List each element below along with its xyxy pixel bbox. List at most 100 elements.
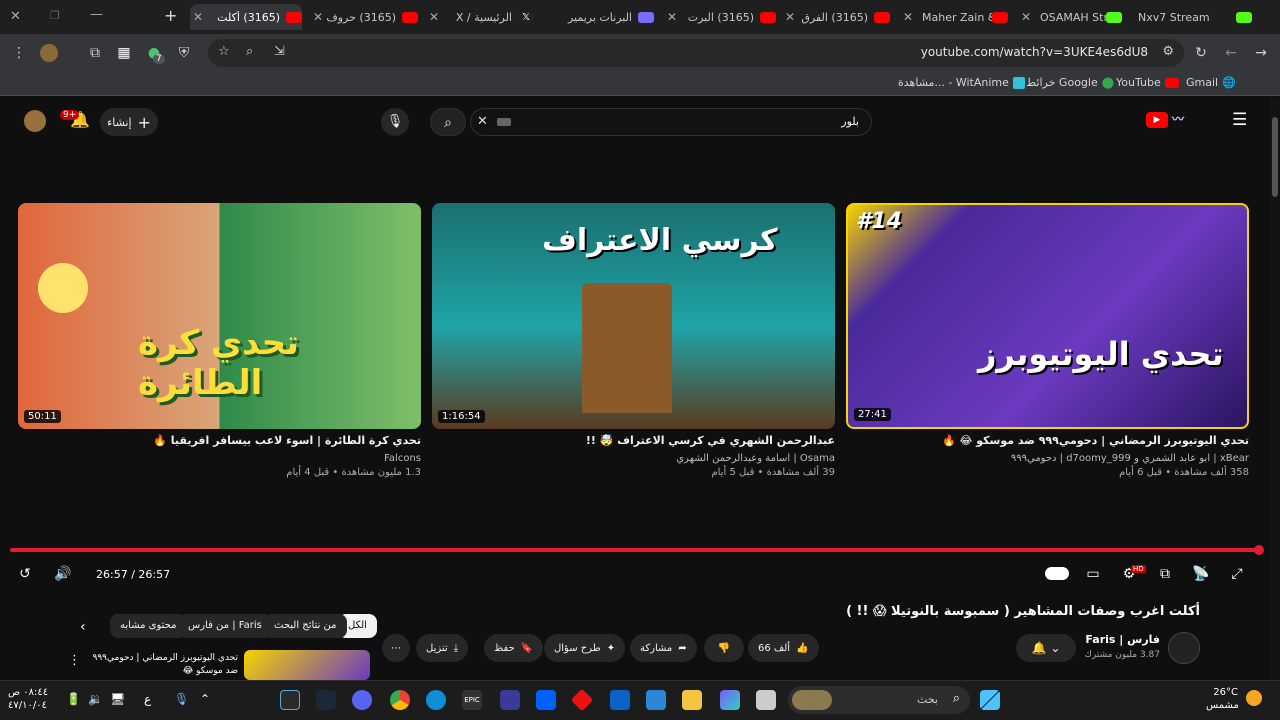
video-title[interactable]: تحدي كرة الطائرة | اسوء لاعب بيسافر افري… <box>18 434 421 447</box>
tab[interactable]: ✕ (3165) حروف <box>310 4 418 30</box>
progress-bar[interactable] <box>10 548 1260 552</box>
youtube-logo[interactable]: ▶ <box>1146 112 1168 128</box>
video-thumbnail[interactable]: #14 تحدي اليوتيوبرز 27:41 <box>846 203 1249 429</box>
tab[interactable]: ✕ (3165) البرت <box>664 4 776 30</box>
chip-from-channel[interactable]: من فارس | Faris <box>178 614 272 638</box>
extension-icon[interactable]: ▦ <box>115 44 133 62</box>
video-thumbnail[interactable]: كرسي الاعتراف 1:16:54 <box>432 203 835 429</box>
account-avatar[interactable] <box>24 110 46 132</box>
tab[interactable]: ✕ الرئيسية / X 𝕏 <box>426 4 534 30</box>
up-next-thumbnail[interactable] <box>244 650 370 680</box>
network-icon[interactable]: 🖥 <box>110 692 125 706</box>
scrollbar-thumb[interactable] <box>1272 117 1278 197</box>
chip-related[interactable]: محتوى مشابه <box>110 614 187 638</box>
app-icon[interactable] <box>280 690 300 710</box>
video-channel[interactable]: Osama | اسامة وعبدالرحمن الشهري <box>432 453 835 464</box>
progress-scrubber[interactable] <box>1254 545 1264 555</box>
bookmark-witanime[interactable]: مشاهدة... - WitAnime <box>898 76 1025 89</box>
chip-from-search[interactable]: من نتائج البحث <box>264 614 347 638</box>
save-button[interactable]: حفظ 🔖 <box>484 634 544 662</box>
hamburger-menu-icon[interactable]: ☰ <box>1232 110 1247 130</box>
youtube-doodle-logo[interactable]: 〰 <box>1172 110 1216 130</box>
search-input[interactable]: ✕ بلور <box>470 108 872 136</box>
mic-icon[interactable]: 🎙 <box>174 692 189 706</box>
epic-games-icon[interactable]: EPIC <box>462 690 482 710</box>
autoplay-toggle[interactable] <box>1045 567 1069 580</box>
address-bar[interactable]: ☆ ⌕ ⇲ youtube.com/watch?v=3UKE4es6dU8 ⚙ <box>208 39 1184 67</box>
discord-icon[interactable] <box>352 690 372 710</box>
video-channel[interactable]: Falcons <box>18 453 421 464</box>
clock[interactable]: ٠٨:٤٤ ص ٤٧/١٠/٠٤ <box>8 686 48 712</box>
cast-icon[interactable]: 📡 <box>1191 565 1211 583</box>
new-tab-icon[interactable]: + <box>164 6 177 25</box>
profile-avatar[interactable] <box>40 44 58 62</box>
minimize-window-icon[interactable]: — <box>90 7 103 22</box>
taskbar-search[interactable]: بحث ⌕ <box>788 686 970 714</box>
like-button[interactable]: 66 ألف 👍 <box>748 634 819 662</box>
tab[interactable]: OSAMAH Stre ✕ <box>1018 4 1122 30</box>
video-channel[interactable]: xBear | ابو عابد الشمري و d7oomy_999 | د… <box>846 453 1249 464</box>
close-tab-icon[interactable]: ✕ <box>782 10 798 24</box>
app-icon[interactable] <box>500 690 520 710</box>
miniplayer-icon[interactable]: ⧉ <box>1155 565 1175 583</box>
windows-start-icon[interactable] <box>980 690 1000 710</box>
chrome-icon[interactable] <box>390 690 410 710</box>
subscribed-bell-button[interactable]: 🔔 ⌄ <box>1016 634 1076 662</box>
edge-icon[interactable] <box>426 690 446 710</box>
subtitles-icon[interactable]: ▭ <box>1083 565 1103 583</box>
keyboard-icon[interactable] <box>497 118 511 126</box>
extensions-icon[interactable]: ⧉ <box>86 44 104 62</box>
app-icon[interactable] <box>756 690 776 710</box>
close-tab-icon[interactable]: ✕ <box>426 10 442 24</box>
battery-icon[interactable]: 🔋 <box>66 692 81 706</box>
more-actions-button[interactable]: ⋯ <box>382 634 410 662</box>
dislike-button[interactable]: 👎 <box>704 634 744 662</box>
clear-search-icon[interactable]: ✕ <box>477 114 488 129</box>
tab[interactable]: Maher Zain & ✕ <box>900 4 1008 30</box>
share-button[interactable]: مشاركة ➦ <box>630 634 697 662</box>
steam-icon[interactable] <box>316 690 336 710</box>
copilot-icon[interactable] <box>720 690 740 710</box>
close-tab-icon[interactable]: ✕ <box>310 10 326 24</box>
site-settings-icon[interactable]: ⚙ <box>1162 44 1174 59</box>
more-options-icon[interactable]: ⋮ <box>68 653 81 668</box>
channel-avatar[interactable] <box>1168 632 1200 664</box>
chevron-left-icon[interactable]: ‹ <box>80 619 86 635</box>
video-title[interactable]: عبدالرحمن الشهري في كرسي الاعتراف 🤯 !! <box>432 434 835 447</box>
store-icon[interactable] <box>646 690 666 710</box>
replay-icon[interactable]: ↺ <box>15 565 35 583</box>
file-explorer-icon[interactable] <box>682 690 702 710</box>
star-icon[interactable]: ☆ <box>218 44 230 59</box>
download-button[interactable]: تنزيل ⤓ <box>416 634 469 662</box>
close-tab-icon[interactable]: ✕ <box>190 10 206 24</box>
close-tab-icon[interactable]: ✕ <box>664 10 680 24</box>
weather-widget[interactable]: 26°C مشمس <box>1206 686 1239 712</box>
bookmark-gmail[interactable]: Gmail 🌐 <box>1186 76 1236 89</box>
bookmark-google-maps[interactable]: خرائط Google ⬤ <box>1026 76 1114 89</box>
menu-dots-icon[interactable]: ⋮ <box>10 44 28 62</box>
ask-button[interactable]: طرح سؤال ✦ <box>544 634 626 662</box>
forward-icon[interactable]: ← <box>1222 44 1240 62</box>
up-next-title[interactable]: تحدي اليوتيوبرز الرمضاني | دحومي٩٩٩ ضد م… <box>92 652 239 678</box>
install-icon[interactable]: ⇲ <box>274 44 285 59</box>
bookmark-youtube[interactable]: YouTube <box>1116 76 1179 89</box>
fullscreen-icon[interactable]: ⤢ <box>1227 565 1247 583</box>
language-indicator[interactable]: ع <box>144 692 151 706</box>
zoom-icon[interactable]: ⌕ <box>246 44 253 59</box>
page-scrollbar[interactable] <box>1270 97 1280 680</box>
reload-icon[interactable]: ↻ <box>1192 44 1210 62</box>
close-window-icon[interactable]: ✕ <box>10 9 21 24</box>
search-button[interactable]: ⌕ <box>430 108 466 136</box>
tab[interactable]: البرنات بريمير <box>542 4 654 30</box>
video-title[interactable]: تحدي اليوتيوبرز الرمضاني | دحومي٩٩٩ ضد م… <box>846 434 1249 447</box>
speaker-icon[interactable]: 🔉 <box>88 692 103 706</box>
outlook-icon[interactable] <box>610 690 630 710</box>
video-thumbnail[interactable]: تحدي كرة الطائرة 50:11 <box>18 203 421 429</box>
tray-chevron-icon[interactable]: ⌃ <box>200 692 210 706</box>
tab[interactable]: ✕ (3165) الفرق <box>782 4 890 30</box>
shield-icon[interactable]: ⛨ <box>175 44 193 62</box>
voice-search-icon[interactable]: 🎙 <box>381 108 409 136</box>
dropbox-icon[interactable] <box>536 690 556 710</box>
create-button[interactable]: إنشاء + <box>100 108 158 136</box>
tab[interactable]: Nxv7 Stream <box>1132 4 1252 30</box>
